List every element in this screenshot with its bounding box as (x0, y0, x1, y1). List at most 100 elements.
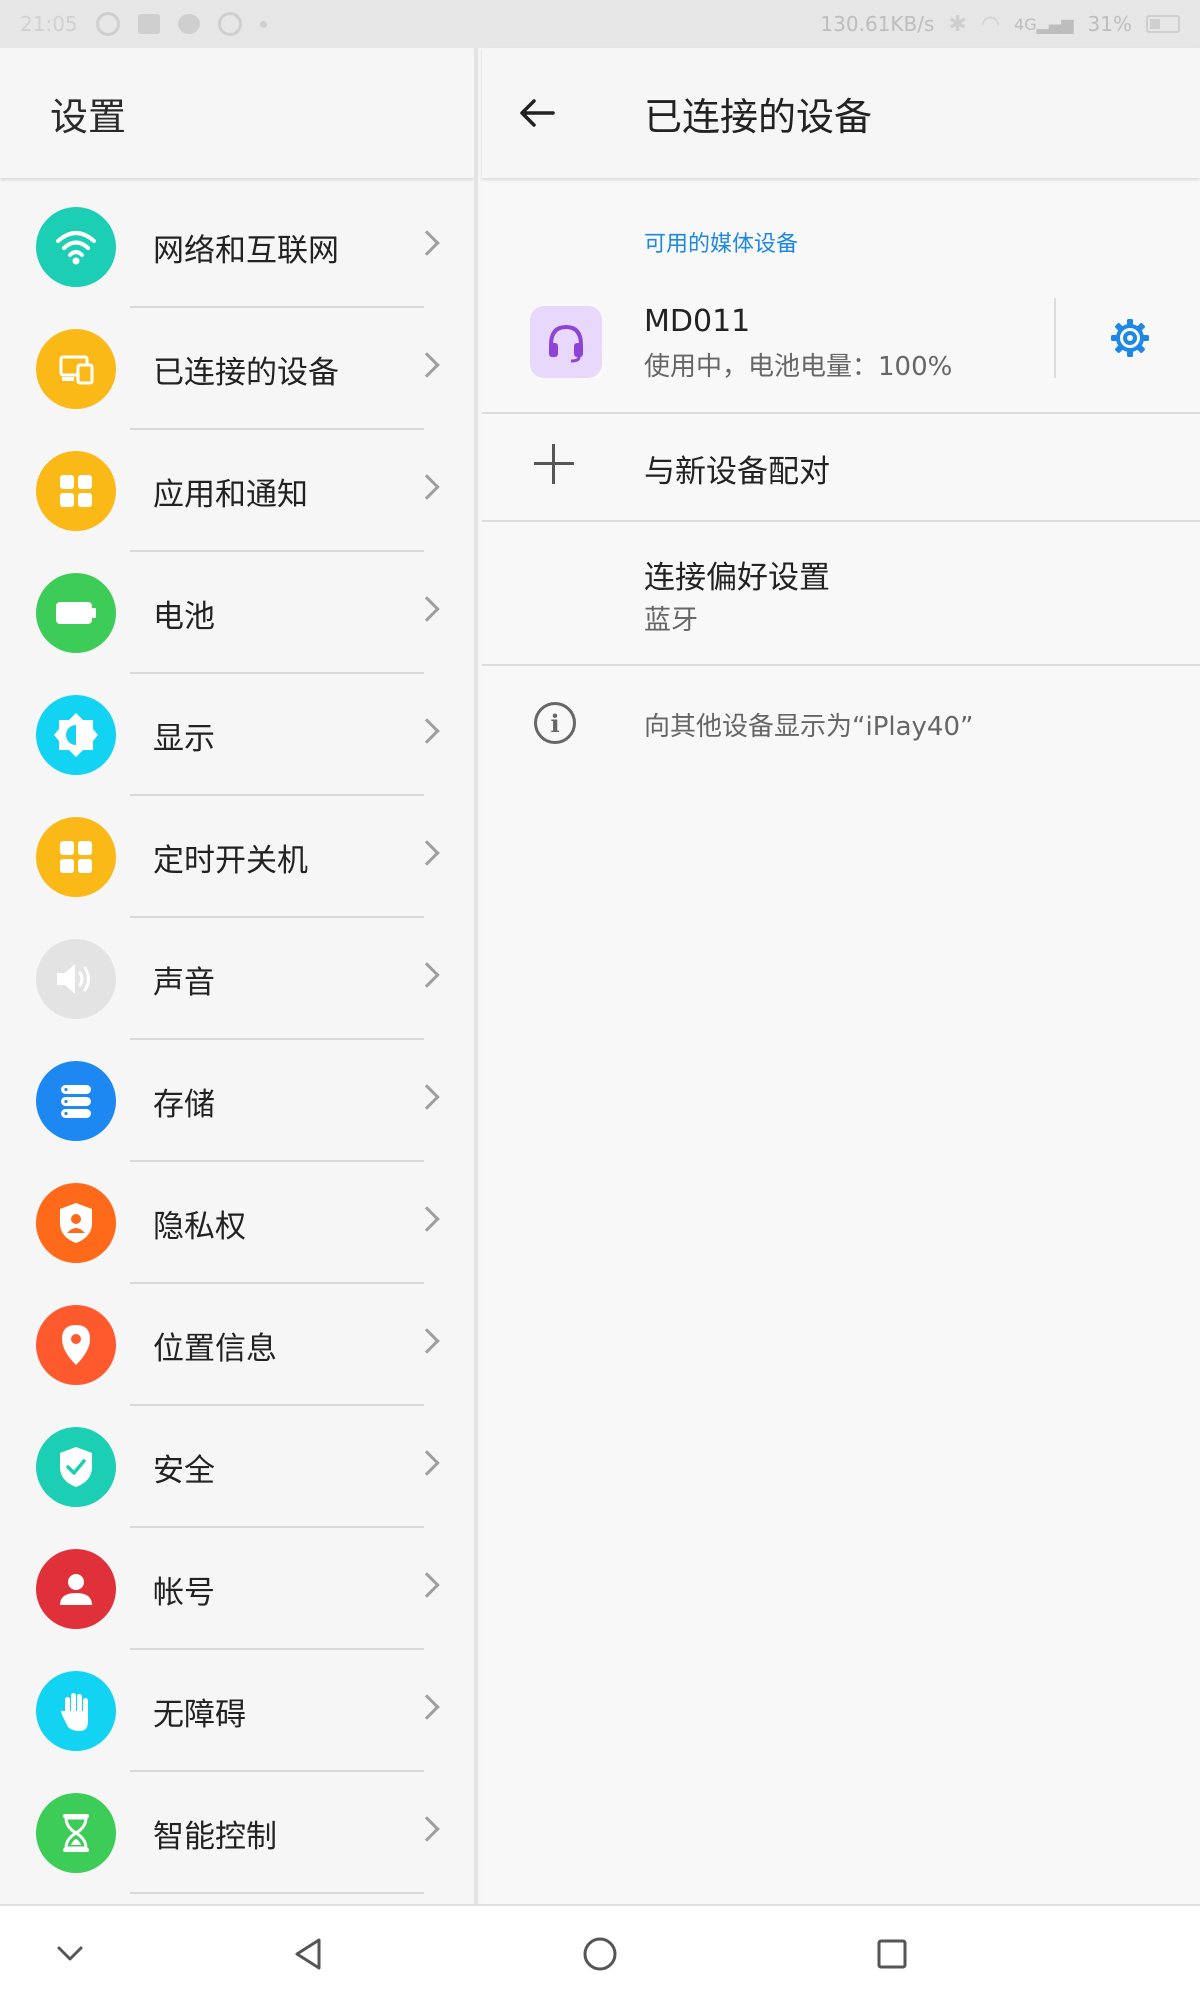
nav-home-button[interactable] (570, 1924, 630, 1984)
connection-preferences-title: 连接偏好设置 (644, 560, 830, 596)
back-button[interactable] (512, 88, 562, 138)
chevron-right-icon (414, 1206, 440, 1232)
gallery-icon (137, 14, 160, 34)
settings-item-account[interactable]: 帐号 (0, 1528, 474, 1650)
settings-item-scheduled-power[interactable]: 定时开关机 (0, 796, 474, 918)
chevron-right-icon (414, 1328, 440, 1354)
device-status: 使用中，电池电量：100% (644, 352, 953, 382)
connected-devices-icon (36, 329, 116, 409)
section-header-media-devices: 可用的媒体设备 (644, 232, 799, 257)
nav-recents-button[interactable] (862, 1924, 922, 1984)
settings-item-accessibility[interactable]: 无障碍 (0, 1650, 474, 1772)
settings-item-sound[interactable]: 声音 (0, 918, 474, 1040)
chevron-right-icon (414, 596, 440, 622)
wifi-icon (36, 207, 116, 287)
divider (1054, 298, 1056, 378)
divider (130, 1892, 424, 1894)
chevron-right-icon (414, 1572, 440, 1598)
brightness-icon (36, 695, 116, 775)
settings-item-smart-control[interactable]: 智能控制 (0, 1772, 474, 1894)
pair-new-device-row[interactable]: 与新设备配对 (482, 414, 1200, 522)
circle-home-icon (583, 1937, 617, 1971)
chevron-right-icon (414, 1450, 440, 1476)
settings-item-connected-devices[interactable]: 已连接的设备 (0, 308, 474, 430)
settings-item-location[interactable]: 位置信息 (0, 1284, 474, 1406)
battery-percent: 31% (1087, 12, 1132, 36)
signal-icon: 4G▂▄▆ (1014, 14, 1074, 34)
settings-item-apps[interactable]: 应用和通知 (0, 430, 474, 552)
chevron-right-icon (414, 840, 440, 866)
storage-icon (36, 1061, 116, 1141)
settings-item-label: 帐号 (153, 1574, 215, 1611)
notification-icon (95, 12, 120, 36)
page-title: 已连接的设备 (644, 94, 873, 139)
hide-navbar-button[interactable] (40, 1924, 100, 1984)
settings-item-label: 存储 (153, 1086, 215, 1123)
accessibility-icon (36, 1671, 116, 1751)
settings-item-label: 声音 (153, 964, 215, 1001)
settings-item-storage[interactable]: 存储 (0, 1040, 474, 1162)
status-time: 21:05 (20, 12, 78, 36)
settings-item-label: 隐私权 (153, 1208, 246, 1245)
smart-control-icon (36, 1793, 116, 1873)
wechat-icon (177, 14, 200, 34)
schedule-power-icon (36, 817, 116, 897)
chevron-right-icon (414, 1694, 440, 1720)
settings-item-label: 显示 (153, 720, 215, 757)
battery-status-icon (1146, 15, 1180, 33)
wifi-status-icon: ◠ (980, 11, 1001, 37)
chevron-down-icon (57, 1946, 83, 1961)
account-icon (36, 1549, 116, 1629)
chevron-right-icon (414, 1816, 440, 1842)
settings-item-label: 应用和通知 (153, 476, 308, 513)
security-icon (36, 1427, 116, 1507)
settings-item-network[interactable]: 网络和互联网 (0, 186, 474, 308)
pair-new-device-label: 与新设备配对 (644, 454, 830, 490)
settings-header: 设置 (0, 48, 474, 178)
network-speed: 130.61KB/s (820, 12, 935, 36)
settings-item-label: 已连接的设备 (153, 354, 339, 391)
status-bar: 21:05 130.61KB/s ✱ ◠ 4G▂▄▆ 31% (0, 0, 1200, 48)
settings-item-label: 电池 (153, 598, 215, 635)
headset-icon (530, 306, 602, 378)
arrow-back-icon (520, 99, 555, 127)
settings-list-pane: 设置 网络和互联网 已连接的设备 应用和通知 电池 显示 定时开关机 声音 存储… (0, 48, 478, 1904)
privacy-icon (36, 1183, 116, 1263)
device-name: MD011 (644, 304, 751, 339)
settings-item-label: 安全 (153, 1452, 215, 1489)
settings-menu: 网络和互联网 已连接的设备 应用和通知 电池 显示 定时开关机 声音 存储 隐私… (0, 178, 474, 1894)
media-device-row[interactable]: MD011 使用中，电池电量：100% (482, 280, 1200, 414)
device-settings-button[interactable] (1102, 310, 1158, 366)
visible-as-text: 向其他设备显示为“iPlay40” (644, 712, 974, 742)
settings-item-battery[interactable]: 电池 (0, 552, 474, 674)
connection-preferences-row[interactable]: 连接偏好设置 蓝牙 (482, 522, 1200, 666)
settings-item-label: 智能控制 (153, 1818, 277, 1855)
signal-label: 4G (1014, 14, 1037, 34)
apps-icon (36, 451, 116, 531)
settings-item-label: 无障碍 (153, 1696, 246, 1733)
add-icon (534, 444, 574, 484)
app-icon (217, 12, 242, 36)
detail-header: 已连接的设备 (482, 48, 1200, 178)
chevron-right-icon (414, 352, 440, 378)
sound-icon (36, 939, 116, 1019)
location-icon (36, 1305, 116, 1385)
settings-item-security[interactable]: 安全 (0, 1406, 474, 1528)
bluetooth-icon: ✱ (948, 11, 967, 37)
chevron-right-icon (414, 962, 440, 988)
chevron-right-icon (414, 230, 440, 256)
more-notifications-icon (259, 20, 267, 28)
settings-item-display[interactable]: 显示 (0, 674, 474, 796)
square-recents-icon (877, 1939, 907, 1969)
settings-item-privacy[interactable]: 隐私权 (0, 1162, 474, 1284)
chevron-right-icon (414, 1084, 440, 1110)
battery-icon (36, 573, 116, 653)
gear-icon (1111, 319, 1149, 357)
settings-item-label: 定时开关机 (153, 842, 308, 879)
nav-back-button[interactable] (278, 1924, 338, 1984)
settings-item-label: 位置信息 (153, 1330, 277, 1367)
chevron-right-icon (414, 718, 440, 744)
chevron-right-icon (414, 474, 440, 500)
triangle-back-icon (295, 1938, 321, 1970)
navigation-bar (0, 1904, 1200, 2000)
